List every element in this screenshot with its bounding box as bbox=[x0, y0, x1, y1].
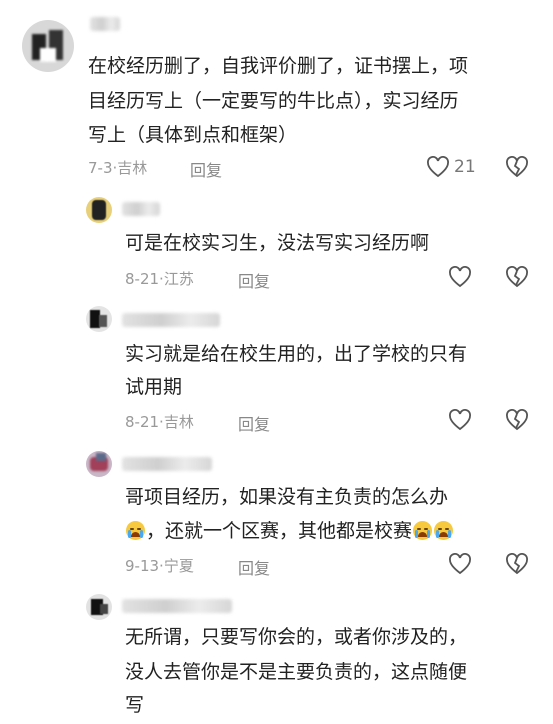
comment-location: 宁夏 bbox=[163, 557, 194, 575]
heart-outline-icon[interactable] bbox=[426, 156, 450, 178]
comment-text: 试用期 bbox=[125, 376, 183, 398]
heart-outline-icon[interactable] bbox=[448, 553, 472, 575]
comment-text: 目经历写上（一定要写的牛比点），实习经历 bbox=[88, 90, 459, 112]
username[interactable] bbox=[122, 599, 232, 613]
crying-face-emoji bbox=[413, 521, 433, 540]
username[interactable] bbox=[122, 313, 220, 327]
username[interactable] bbox=[90, 17, 120, 31]
comment-text: 实习就是给在校生用的，出了学校的只有 bbox=[125, 343, 468, 365]
reply-button[interactable]: 回复 bbox=[238, 555, 270, 579]
broken-heart-icon[interactable] bbox=[505, 266, 529, 288]
avatar[interactable] bbox=[22, 20, 74, 72]
comment-date: 8-21 bbox=[125, 413, 160, 431]
username[interactable] bbox=[122, 457, 212, 471]
comment-text: 可是在校实习生，没法写实习经历啊 bbox=[125, 232, 430, 254]
reply-button[interactable]: 回复 bbox=[238, 411, 270, 435]
comment-location: 吉林 bbox=[163, 413, 194, 431]
comment-text: 无所谓，只要写你会的，或者你涉及的， bbox=[125, 626, 468, 648]
comment-text: 哥项目经历，如果没有主负责的怎么办 bbox=[125, 486, 449, 508]
comment-location: 江苏 bbox=[163, 270, 194, 288]
avatar[interactable] bbox=[86, 197, 112, 223]
comment-location: 吉林 bbox=[117, 159, 148, 177]
comment-text-with-emoji: ，还就一个区赛，其他都是校赛 bbox=[125, 516, 454, 547]
comment-date: 8-21 bbox=[125, 270, 160, 288]
heart-outline-icon[interactable] bbox=[448, 409, 472, 431]
like-count: 21 bbox=[454, 157, 476, 177]
comment-text: 写 bbox=[125, 694, 145, 716]
comment-text: 在校经历删了，自我评价删了，证书摆上，项 bbox=[88, 55, 469, 77]
comment-date-location: 8-21·吉林 bbox=[125, 411, 194, 432]
comment-date-location: 8-21·江苏 bbox=[125, 268, 194, 289]
comment-date-location: 9-13·宁夏 bbox=[125, 555, 194, 576]
reply-button[interactable]: 回复 bbox=[190, 157, 222, 181]
comment-date-location: 7-3·吉林 bbox=[88, 157, 147, 178]
comment-text: 写上（具体到点和框架） bbox=[88, 124, 298, 146]
broken-heart-icon[interactable] bbox=[505, 553, 529, 575]
broken-heart-icon[interactable] bbox=[505, 156, 529, 178]
broken-heart-icon[interactable] bbox=[505, 409, 529, 431]
comment-date: 9-13 bbox=[125, 557, 160, 575]
reply-button[interactable]: 回复 bbox=[238, 268, 270, 292]
comment-text: ，还就一个区赛，其他都是校赛 bbox=[146, 520, 413, 542]
heart-outline-icon[interactable] bbox=[448, 266, 472, 288]
avatar[interactable] bbox=[86, 594, 112, 620]
crying-face-emoji bbox=[126, 521, 145, 540]
comment-text: 没人去管你是不是主要负责的，这点随便 bbox=[125, 661, 468, 683]
comment-date: 7-3 bbox=[88, 159, 113, 177]
avatar[interactable] bbox=[86, 451, 112, 477]
crying-face-emoji bbox=[434, 521, 454, 540]
avatar[interactable] bbox=[86, 306, 112, 332]
username[interactable] bbox=[122, 202, 160, 216]
